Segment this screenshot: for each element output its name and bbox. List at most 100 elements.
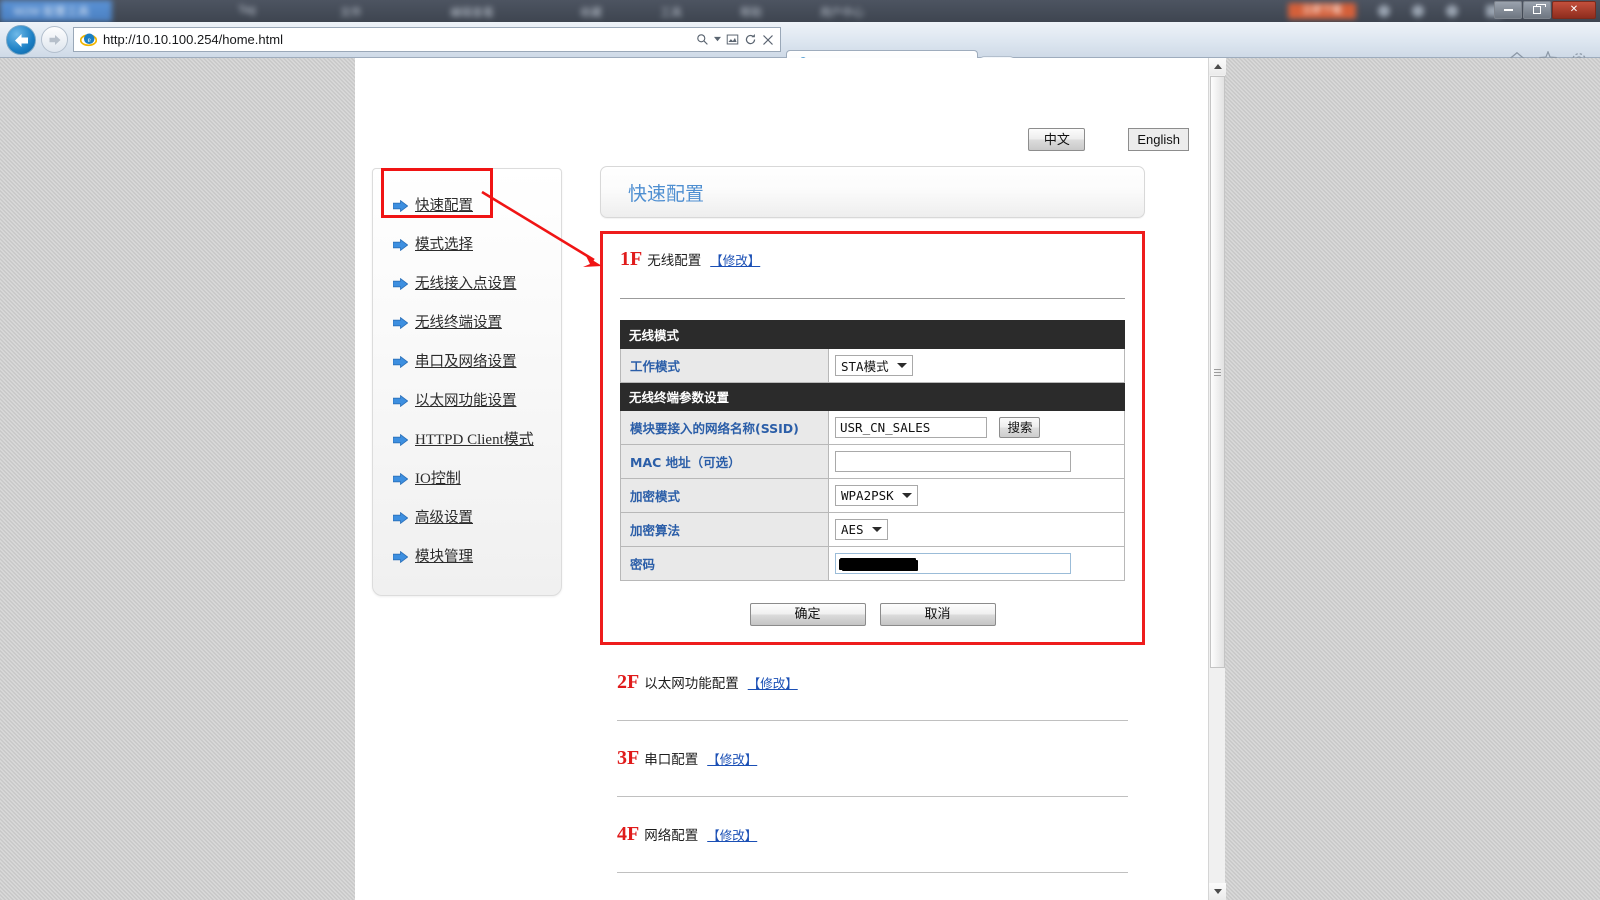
- work-mode-cell: STA模式: [829, 349, 1125, 383]
- address-bar-icons: [696, 33, 780, 46]
- outer-app-bar-item-1[interactable]: 文件: [340, 4, 362, 20]
- encryption-mode-value: WPA2PSK: [841, 488, 894, 503]
- work-mode-select[interactable]: STA模式: [835, 355, 913, 376]
- section-edit-link[interactable]: 【修改】: [707, 749, 757, 768]
- language-chinese-button[interactable]: 中文: [1028, 128, 1085, 151]
- annotation-highlight-box: [381, 168, 493, 218]
- section-edit-link[interactable]: 【修改】: [748, 673, 798, 692]
- table-band-sta-params: 无线终端参数设置: [621, 383, 1125, 411]
- encryption-algorithm-cell: AES: [829, 513, 1125, 547]
- restore-button[interactable]: [1523, 1, 1551, 19]
- section-4f-title: 4F 网络配置 【修改】: [617, 797, 1128, 846]
- section-name: 网络配置: [644, 824, 698, 844]
- sidebar-item-serial-network-settings[interactable]: 串口及网络设置: [373, 341, 561, 380]
- screen: M2M 配置工具 Tag 文件 编辑查看 收藏 工具 帮助 用户中心 立即下载 …: [0, 0, 1600, 900]
- outer-app-bar: M2M 配置工具 Tag 文件 编辑查看 收藏 工具 帮助 用户中心 立即下载 …: [0, 0, 1600, 22]
- section-1f-title: 1F 无线配置 【修改】: [620, 248, 1125, 271]
- section-edit-link[interactable]: 【修改】: [707, 825, 757, 844]
- page-viewport: 中文 English 快速配置 模式选择 无线接入点设置: [0, 58, 1600, 900]
- table-row-mac: MAC 地址（可选）: [621, 445, 1125, 479]
- password-input[interactable]: [835, 553, 1071, 574]
- arrow-right-icon: [393, 316, 408, 328]
- section-3f-title: 3F 串口配置 【修改】: [617, 721, 1128, 770]
- arrow-right-icon: [393, 511, 408, 523]
- mac-address-cell: [829, 445, 1125, 479]
- window-controls: ✕: [1494, 1, 1596, 19]
- triangle-down-icon: [1214, 889, 1222, 894]
- password-cell: [829, 547, 1125, 581]
- mac-address-input[interactable]: [835, 451, 1071, 472]
- url-text[interactable]: http://10.10.100.254/home.html: [99, 32, 696, 47]
- outer-app-bar-item-4[interactable]: 工具: [660, 4, 682, 20]
- restore-icon: [1533, 6, 1541, 14]
- work-mode-label: 工作模式: [621, 349, 829, 383]
- arrow-right-icon: [393, 550, 408, 562]
- section-name: 以太网功能配置: [644, 672, 739, 692]
- outer-app-bar-download-pill[interactable]: 立即下载: [1288, 3, 1356, 19]
- svg-text:e: e: [87, 36, 90, 44]
- annotation-arrow-icon: [480, 190, 610, 275]
- section-name: 无线配置: [647, 249, 701, 269]
- sidebar-item-httpd-client-mode[interactable]: HTTPD Client模式: [373, 419, 561, 458]
- outer-app-bar-item-0[interactable]: Tag: [238, 4, 256, 16]
- outer-app-bar-item-5[interactable]: 帮助: [740, 4, 762, 20]
- scroll-down-button[interactable]: [1209, 883, 1226, 900]
- outer-app-bar-item-6[interactable]: 用户中心: [820, 4, 864, 20]
- outer-app-bar-blurred-content: M2M 配置工具 Tag 文件 编辑查看 收藏 工具 帮助 用户中心 立即下载: [0, 0, 1600, 22]
- outer-app-bar-item-3[interactable]: 收藏: [580, 4, 602, 20]
- outer-app-bar-title: M2M 配置工具: [14, 3, 90, 19]
- close-button[interactable]: ✕: [1552, 1, 1596, 19]
- language-english-button[interactable]: English: [1128, 128, 1189, 151]
- ssid-search-button[interactable]: 搜索: [999, 417, 1040, 438]
- outer-app-bar-item-2[interactable]: 编辑查看: [450, 4, 494, 20]
- internet-explorer-icon: e: [77, 31, 99, 48]
- chevron-down-icon: [897, 363, 907, 368]
- confirm-button[interactable]: 确定: [750, 603, 866, 626]
- form-button-row: 确定 取消: [620, 603, 1125, 626]
- ssid-label: 模块要接入的网络名称(SSID): [621, 411, 829, 445]
- address-bar[interactable]: e http://10.10.100.254/home.html: [73, 27, 781, 52]
- section-name: 串口配置: [644, 748, 698, 768]
- sidebar-item-io-control[interactable]: IO控制: [373, 458, 561, 497]
- chevron-down-icon: [902, 493, 912, 498]
- forward-button[interactable]: [41, 26, 68, 53]
- ssid-cell: USR_CN_SALES 搜索: [829, 411, 1125, 445]
- sidebar-item-sta-settings[interactable]: 无线终端设置: [373, 302, 561, 341]
- outer-app-bar-icon-1[interactable]: [1378, 5, 1390, 17]
- outer-app-bar-icon-3[interactable]: [1446, 5, 1458, 17]
- section-edit-link[interactable]: 【修改】: [710, 250, 760, 269]
- sidebar-item-advanced-settings[interactable]: 高级设置: [373, 497, 561, 536]
- triangle-up-icon: [1214, 64, 1222, 69]
- sidebar-item-ethernet-settings[interactable]: 以太网功能设置: [373, 380, 561, 419]
- sidebar-item-label: 模块管理: [415, 545, 473, 566]
- table-row-ssid: 模块要接入的网络名称(SSID) USR_CN_SALES 搜索: [621, 411, 1125, 445]
- section-divider: [620, 298, 1125, 299]
- encryption-algorithm-select[interactable]: AES: [835, 519, 888, 540]
- sidebar-item-label: 模式选择: [415, 233, 473, 254]
- chevron-down-icon: [872, 527, 882, 532]
- scrollbar-thumb[interactable]: [1210, 76, 1225, 668]
- section-floor-number: 3F: [617, 747, 639, 770]
- serial-config-section: 3F 串口配置 【修改】: [600, 721, 1145, 797]
- back-button[interactable]: [6, 25, 36, 55]
- module-management-section: 5F 模块管理: [600, 873, 1145, 900]
- page-title: 快速配置: [628, 179, 704, 206]
- arrow-right-icon: [393, 277, 408, 289]
- arrow-right-icon: [393, 394, 408, 406]
- encryption-mode-select[interactable]: WPA2PSK: [835, 485, 918, 506]
- sidebar-item-module-management[interactable]: 模块管理: [373, 536, 561, 575]
- work-mode-value: STA模式: [841, 356, 889, 375]
- scroll-up-button[interactable]: [1209, 58, 1226, 75]
- ssid-input[interactable]: USR_CN_SALES: [835, 417, 987, 438]
- outer-app-bar-icon-2[interactable]: [1412, 5, 1424, 17]
- password-redaction-bar: [840, 558, 916, 569]
- sidebar-item-label: IO控制: [415, 467, 461, 488]
- minimize-button[interactable]: [1494, 1, 1522, 19]
- arrow-right-icon: [393, 433, 408, 445]
- table-row-encryption-algorithm: 加密算法 AES: [621, 513, 1125, 547]
- page-scrollbar[interactable]: [1208, 58, 1225, 900]
- arrow-right-icon: [393, 472, 408, 484]
- chevron-down-icon: [714, 36, 721, 43]
- cancel-button[interactable]: 取消: [880, 603, 996, 626]
- mac-address-label: MAC 地址（可选）: [621, 445, 829, 479]
